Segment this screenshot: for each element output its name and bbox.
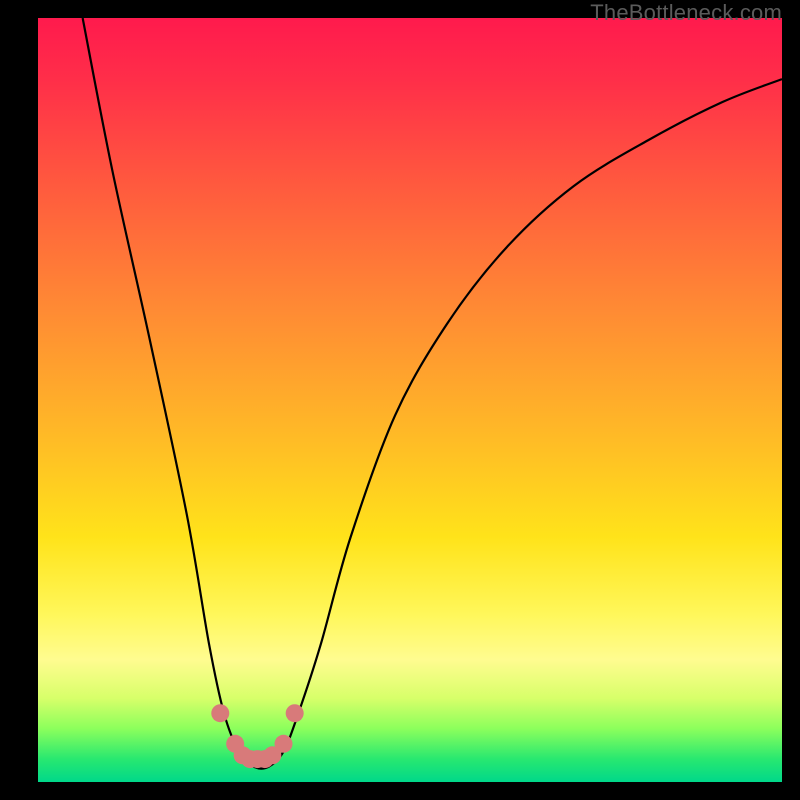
marker-dot: [211, 704, 229, 722]
watermark-text: TheBottleneck.com: [590, 0, 782, 26]
marker-dot: [286, 704, 304, 722]
chart-plot-area: [38, 18, 782, 782]
marker-dot: [275, 735, 293, 753]
bottleneck-curve: [38, 18, 782, 782]
chart-frame: TheBottleneck.com: [0, 0, 800, 800]
